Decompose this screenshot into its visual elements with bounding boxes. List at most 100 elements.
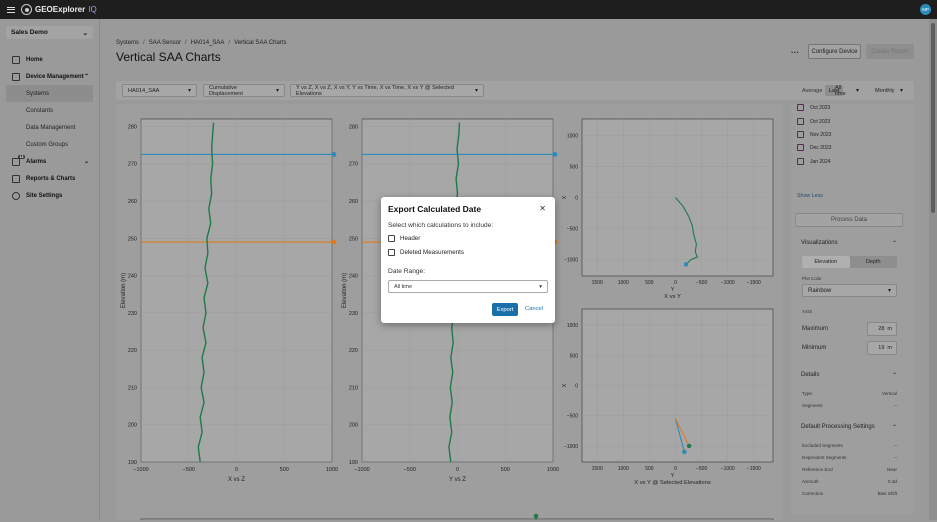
x-tick-label: −500 [696, 280, 707, 286]
x-axis-short-label: Y [671, 287, 675, 293]
minimum-input[interactable]: 19 m [867, 341, 897, 355]
sidebar-subitem-constants[interactable]: Constants [0, 102, 99, 119]
create-report-button[interactable]: Create Report [866, 44, 914, 59]
device-icon [12, 72, 20, 81]
axis-label: AXIS [802, 309, 813, 314]
minimum-label: Minimum [802, 345, 827, 351]
sidebar-item-label: Device Management [26, 73, 84, 80]
chevron-down-icon: ⌄ [83, 159, 89, 165]
y-tick-label: 190 [349, 460, 358, 466]
section-title: Details [801, 372, 820, 378]
x-tick-label: 0 [235, 467, 238, 473]
page-scrollbar[interactable] [929, 19, 937, 520]
option-label: Header [400, 235, 421, 242]
more-options-icon[interactable]: ··· [791, 48, 799, 57]
y-axis-title: Elevation (m) [342, 273, 348, 308]
plots-select[interactable]: Y vs Z, X vs Z, X vs Y, Y vs Time, X vs … [290, 84, 484, 97]
checkbox[interactable] [797, 158, 804, 165]
calculation-select[interactable]: Cumulative Displacement [203, 84, 285, 97]
breadcrumb-link[interactable]: Systems [116, 40, 139, 46]
date-range-select[interactable]: All time ▾ [388, 280, 548, 293]
breadcrumb-separator: / [228, 40, 231, 46]
month-option[interactable]: Jan 2024 [797, 158, 831, 165]
x-tick-label: 1000 [618, 280, 629, 286]
y-tick-label: 200 [128, 423, 137, 429]
top-bar: GEOExplorer IQ MP [0, 0, 937, 19]
x-tick-label: −1000 [354, 467, 369, 473]
report-icon [12, 174, 20, 183]
detail-value: Bias Shift [877, 491, 897, 496]
configure-device-button[interactable]: Configure Device [808, 44, 861, 59]
month-option[interactable]: Nov 2023 [797, 131, 831, 138]
option-header[interactable]: Header [388, 235, 420, 242]
detail-value: Vertical [881, 391, 897, 396]
sidebar-item-alarms[interactable]: 13 Alarms ⌄ [0, 153, 99, 170]
settings-panel: Oct 2023 Oct 2023 Nov 2023 Dec 2023 Jan … [791, 104, 914, 514]
sidebar-item-site-settings[interactable]: Site Settings [0, 187, 99, 204]
time-range-select[interactable]: All time [830, 84, 864, 97]
sidebar-item-reports[interactable]: Reports & Charts [0, 170, 99, 187]
interval-select[interactable]: Monthly [870, 84, 908, 97]
month-option[interactable]: Oct 2023 [797, 104, 830, 111]
y-tick-label: −1000 [564, 444, 578, 450]
toggle-elevation[interactable]: Elevation [802, 256, 850, 268]
y-tick-label: 280 [128, 124, 137, 130]
user-avatar[interactable]: MP [920, 4, 931, 15]
y-tick-label: 1000 [567, 323, 578, 329]
visualizations-header[interactable]: Visualizations ⌃ [795, 235, 903, 251]
org-selector[interactable]: Sales Demo ⌄ [6, 26, 93, 39]
detail-key: Segments [802, 403, 823, 408]
month-option[interactable]: Dec 2023 [797, 144, 831, 151]
month-option[interactable]: Oct 2023 [797, 118, 830, 125]
x-tick-label: −500 [404, 467, 416, 473]
detail-value: -- [893, 455, 897, 460]
maximum-row: Maximum 28 m [802, 322, 897, 336]
device-select[interactable]: HA014_SAA [122, 84, 197, 97]
unit-label: m [887, 345, 892, 351]
plot-color-value: Rainbow [808, 287, 832, 294]
close-icon[interactable]: ✕ [539, 204, 546, 213]
processing-settings-header[interactable]: Default Processing Settings ⌃ [795, 419, 903, 435]
option-deleted-measurements[interactable]: Deleted Measurements [388, 249, 464, 256]
details-header[interactable]: Details ⌃ [795, 367, 903, 383]
sidebar-subitem-custom-groups[interactable]: Custom Groups [0, 136, 99, 153]
date-range-value: All time [394, 283, 413, 290]
y-axis-title: Elevation (m) [121, 273, 127, 308]
chevron-down-icon: ▾ [887, 288, 891, 294]
process-data-button[interactable]: Process Data [795, 213, 903, 227]
sidebar-subitem-data-management[interactable]: Data Management [0, 119, 99, 136]
breadcrumb-link[interactable]: SAA Sensor [149, 40, 181, 46]
checkbox[interactable] [797, 104, 804, 111]
y-tick-label: 1000 [567, 133, 578, 139]
y-tick-label: 200 [349, 423, 358, 429]
month-label: Jan 2024 [810, 158, 831, 165]
x-tick-label: 0 [674, 466, 677, 472]
app-logo[interactable]: GEOExplorer IQ [21, 4, 97, 15]
hamburger-menu-icon[interactable] [6, 5, 16, 15]
detail-key: Azimuth [802, 479, 819, 484]
maximum-input[interactable]: 28 m [867, 322, 897, 336]
scrollbar-thumb[interactable] [931, 23, 935, 213]
cancel-button[interactable]: Cancel [525, 306, 543, 312]
export-button[interactable]: Export [492, 303, 518, 316]
checkbox[interactable] [797, 118, 804, 125]
sidebar-item-home[interactable]: Home [0, 51, 99, 68]
y-tick-label: 260 [349, 199, 358, 205]
show-less-link[interactable]: Show Less [797, 193, 823, 199]
y-tick-label: −1000 [564, 258, 578, 264]
sidebar-subitem-systems[interactable]: Systems [6, 85, 93, 102]
sidebar-item-device-management[interactable]: Device Management ⌃ [0, 68, 99, 85]
breadcrumb-link[interactable]: HA014_SAA [191, 40, 225, 46]
toggle-depth[interactable]: Depth [850, 256, 898, 268]
checkbox[interactable] [797, 131, 804, 138]
checkbox[interactable] [797, 144, 804, 151]
detail-key: Type [802, 391, 812, 396]
y-tick-label: −500 [567, 414, 578, 420]
plot-color-select[interactable]: Rainbow ▾ [802, 284, 897, 297]
checkbox[interactable] [388, 235, 395, 242]
checkbox[interactable] [388, 249, 395, 256]
y-tick-label: 220 [349, 348, 358, 354]
maximum-value: 28 [878, 326, 885, 332]
logo-mark-icon [21, 4, 32, 15]
month-label: Nov 2023 [810, 131, 832, 138]
